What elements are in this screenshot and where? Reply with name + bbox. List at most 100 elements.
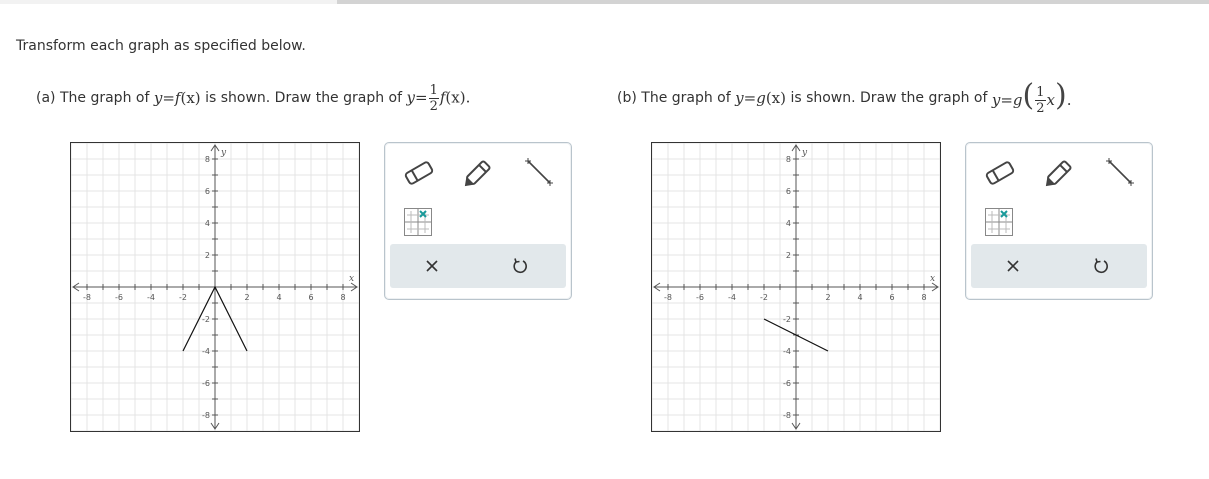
clear-button[interactable] [414, 248, 450, 284]
toolbar-actions [390, 244, 566, 288]
y-tick-label: 6 [786, 187, 791, 196]
part-b-target-equation: y=g(1 2 x). [992, 77, 1072, 117]
x-axis-label: x [930, 274, 935, 284]
fraction: 12 [428, 82, 439, 114]
part-a-text2: is shown. Draw the graph of [205, 90, 403, 106]
clear-button[interactable] [995, 248, 1031, 284]
clear-icon [1007, 260, 1019, 272]
undo-button[interactable] [502, 248, 538, 284]
right-paren: ) [1055, 77, 1067, 113]
x-tick-label: -8 [664, 293, 672, 302]
pencil-icon [1045, 160, 1072, 187]
pencil-tool[interactable] [459, 153, 499, 191]
graph-settings-tool[interactable] [982, 205, 1016, 239]
eq-var: y [735, 89, 744, 107]
y-tick-label: 8 [205, 155, 210, 164]
x-tick-label: 8 [340, 293, 345, 302]
graph-a[interactable]: -8 -6 -4 -2 2 4 6 8 8 6 4 2 -2 -4 -6 -8 x y [70, 142, 360, 432]
y-tick-label: -8 [783, 411, 791, 420]
y-tick-label: 8 [786, 155, 791, 164]
progress-bar [0, 0, 1209, 4]
line-tool[interactable] [1100, 153, 1140, 191]
x-tick-label: 8 [921, 293, 926, 302]
y-axis-label: y [220, 148, 227, 158]
fraction-denominator: 2 [429, 98, 438, 114]
y-tick-label: 4 [205, 219, 210, 228]
eq-sign: = [743, 89, 757, 107]
y-axis-label: y [801, 148, 808, 158]
x-tick-label: 4 [857, 293, 862, 302]
eq-func: g [1012, 90, 1023, 109]
x-tick-label: -6 [115, 293, 123, 302]
undo-icon [1094, 258, 1108, 274]
eq-func: g [756, 89, 766, 107]
part-b-prompt: (b) The graph of y=g(x) is shown. Draw t… [617, 78, 1072, 118]
part-a-text1: The graph of [59, 90, 150, 106]
y-tick-label: -4 [783, 347, 791, 356]
graph-settings-icon [404, 208, 432, 236]
x-tick-label: -2 [179, 293, 187, 302]
eraser-icon [404, 161, 434, 185]
x-tick-label: 2 [244, 293, 249, 302]
fraction: 12 [1035, 85, 1046, 117]
line-segment-icon [1106, 158, 1134, 186]
graph-b-canvas[interactable]: -8 -6 -4 -2 2 4 6 8 8 6 4 2 -2 -4 -6 -8 x y [652, 143, 940, 431]
part-a-target-equation: y= 1 2 f(x). [407, 84, 471, 113]
clear-icon [426, 260, 438, 272]
line-segment-icon [525, 158, 553, 186]
x-axis-label: x [349, 274, 354, 284]
y-tick-label: -8 [202, 411, 210, 420]
y-tick-label: -6 [202, 379, 210, 388]
eraser-icon [985, 161, 1015, 185]
x-tick-label: -8 [83, 293, 91, 302]
eraser-tool[interactable] [980, 155, 1020, 191]
x-tick-label: 6 [308, 293, 313, 302]
part-b-text1: The graph of [641, 90, 731, 106]
y-tick-label: -4 [202, 347, 210, 356]
y-tick-label: -2 [202, 315, 210, 324]
eq-end: . [1066, 90, 1072, 109]
x-tick-label: -2 [760, 293, 768, 302]
graph-b[interactable]: -8 -6 -4 -2 2 4 6 8 8 6 4 2 -2 -4 -6 -8 x y [651, 142, 941, 432]
toolbar-actions [971, 244, 1147, 288]
x-tick-label: 4 [276, 293, 281, 302]
eq-var-x: x [1046, 90, 1055, 109]
eq-var: y [406, 88, 415, 106]
toolbox-a [384, 142, 572, 300]
graph-a-canvas[interactable]: -8 -6 -4 -2 2 4 6 8 8 6 4 2 -2 -4 -6 -8 x y [71, 143, 359, 431]
x-tick-label: 6 [889, 293, 894, 302]
pencil-icon [464, 160, 491, 187]
eq-sign: = [162, 89, 175, 107]
fraction-denominator: 2 [1036, 101, 1045, 117]
part-a-prompt: (a) The graph of y=f(x) is shown. Draw t… [36, 78, 470, 118]
part-a-label: (a) [36, 90, 56, 106]
x-tick-label: -4 [147, 293, 155, 302]
graph-settings-tool[interactable] [401, 205, 435, 239]
undo-icon [513, 258, 527, 274]
y-tick-label: 2 [786, 251, 791, 260]
line-tool[interactable] [519, 153, 559, 191]
eq-arg: (x) [180, 89, 201, 107]
progress-bar-fill [337, 0, 1209, 4]
part-b-given-equation: y=g(x) [735, 89, 786, 107]
part-b-text2: is shown. Draw the graph of [790, 90, 988, 106]
instruction-text: Transform each graph as specified below. [16, 38, 306, 54]
part-b-label: (b) [617, 90, 637, 106]
eq-sign: = [415, 88, 428, 106]
left-paren: ( [1022, 77, 1035, 113]
graph-settings-icon [985, 208, 1013, 236]
x-tick-label: -6 [696, 293, 704, 302]
x-tick-label: -4 [728, 293, 736, 302]
toolbox-b [965, 142, 1153, 300]
y-tick-label: 4 [786, 219, 791, 228]
undo-button[interactable] [1083, 248, 1119, 284]
y-tick-label: 2 [205, 251, 210, 260]
fraction-numerator: 1 [428, 82, 439, 99]
y-tick-label: -6 [783, 379, 791, 388]
eq-arg: (x). [445, 88, 471, 106]
eraser-tool[interactable] [399, 155, 439, 191]
fraction-numerator: 1 [1035, 85, 1046, 102]
part-a-given-equation: y=f(x) [154, 89, 201, 107]
pencil-tool[interactable] [1040, 153, 1080, 191]
x-tick-label: 2 [825, 293, 830, 302]
